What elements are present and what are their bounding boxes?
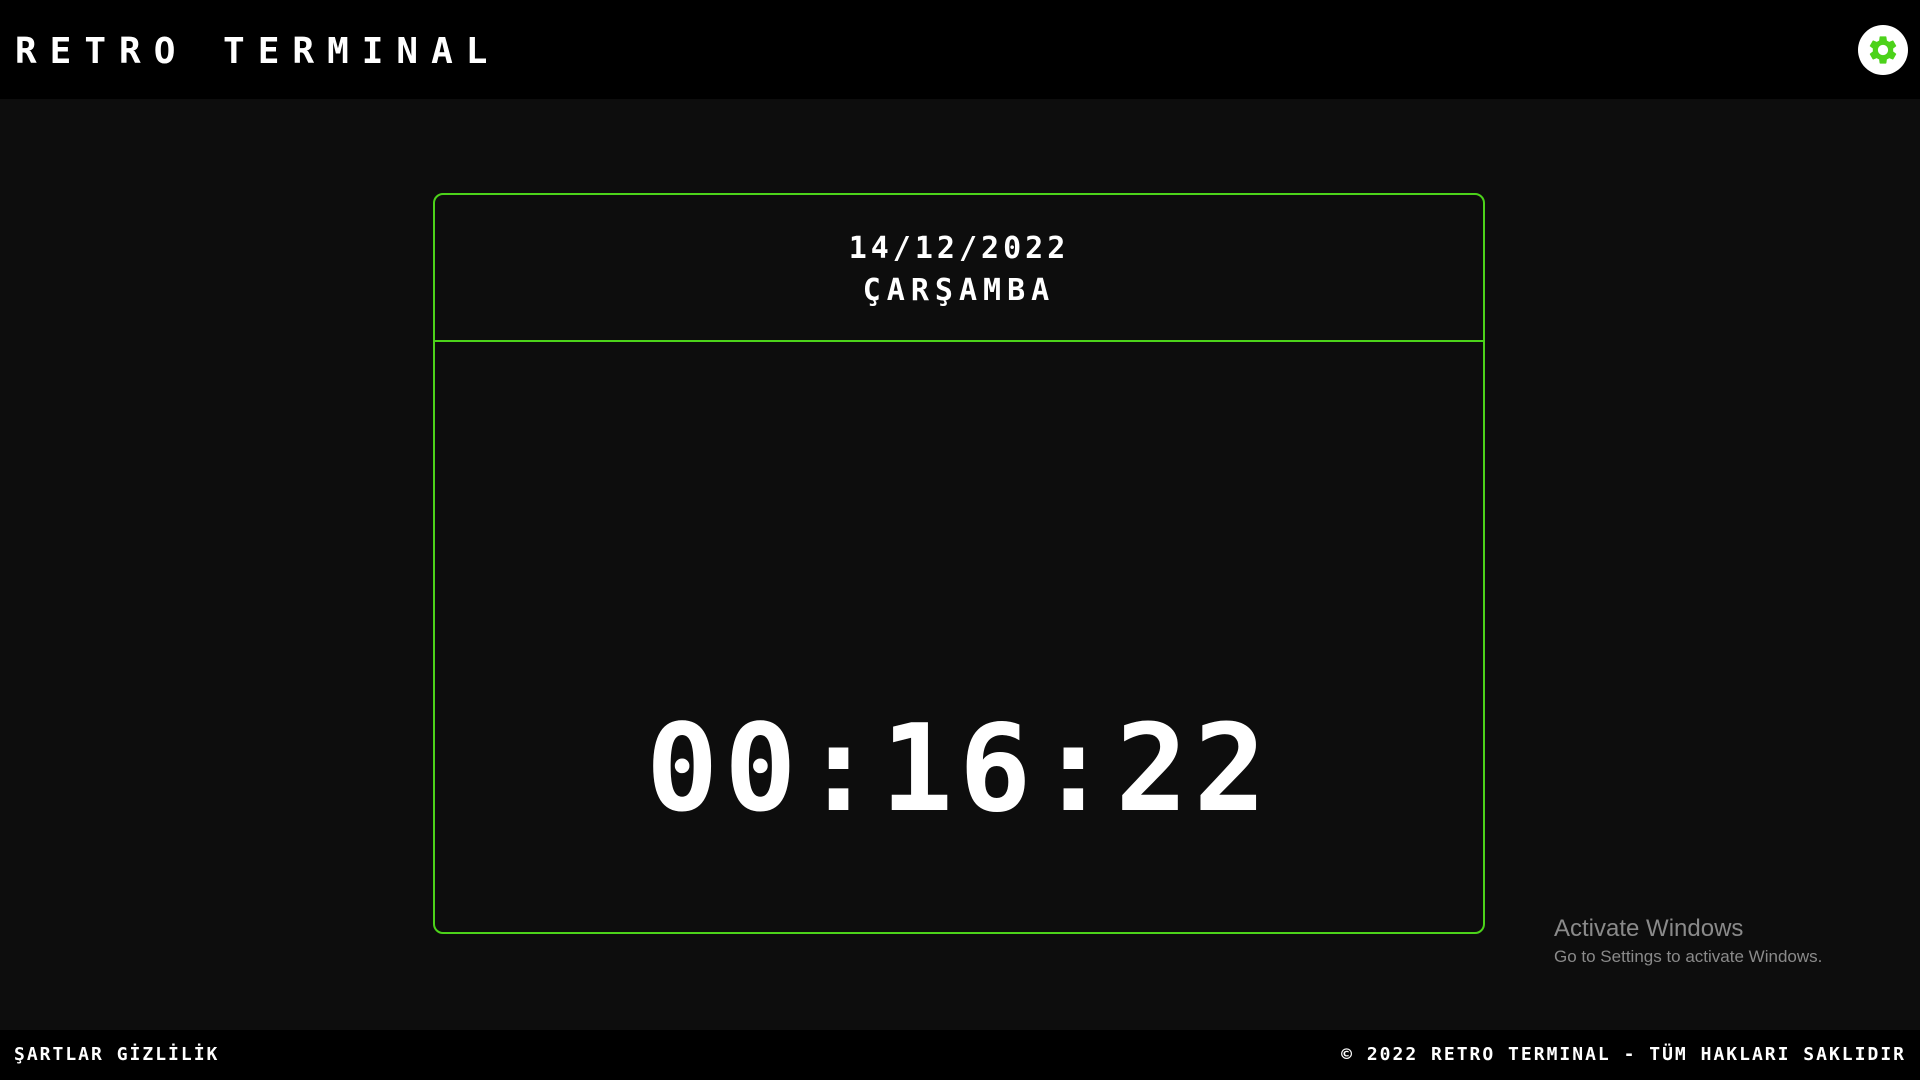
header-bar: RETRO TERMINAL bbox=[0, 0, 1920, 99]
app-title: RETRO TERMINAL bbox=[15, 31, 501, 72]
privacy-link[interactable]: GİZLİLİK bbox=[117, 1044, 220, 1065]
time-display: 00:16:22 bbox=[646, 700, 1272, 839]
weekday-display: ÇARŞAMBA bbox=[862, 273, 1056, 308]
copyright-text: © 2022 RETRO TERMINAL - TÜM HAKLARI SAKL… bbox=[1341, 1044, 1906, 1065]
watermark-title: Activate Windows bbox=[1554, 915, 1744, 942]
watermark-subtitle: Go to Settings to activate Windows. bbox=[1554, 947, 1823, 966]
clock-card: 14/12/2022 ÇARŞAMBA 00:16:22 bbox=[433, 193, 1485, 934]
card-header: 14/12/2022 ÇARŞAMBA bbox=[435, 195, 1483, 342]
terms-link[interactable]: ŞARTLAR bbox=[14, 1044, 104, 1065]
date-display: 14/12/2022 bbox=[848, 231, 1070, 266]
settings-button[interactable] bbox=[1858, 25, 1908, 75]
activate-windows-watermark: Activate Windows Go to Settings to activ… bbox=[1554, 914, 1822, 970]
gear-icon bbox=[1866, 33, 1900, 67]
footer-links: ŞARTLAR GİZLİLİK bbox=[14, 1043, 219, 1067]
footer-bar: ŞARTLAR GİZLİLİK © 2022 RETRO TERMINAL -… bbox=[0, 1030, 1920, 1080]
